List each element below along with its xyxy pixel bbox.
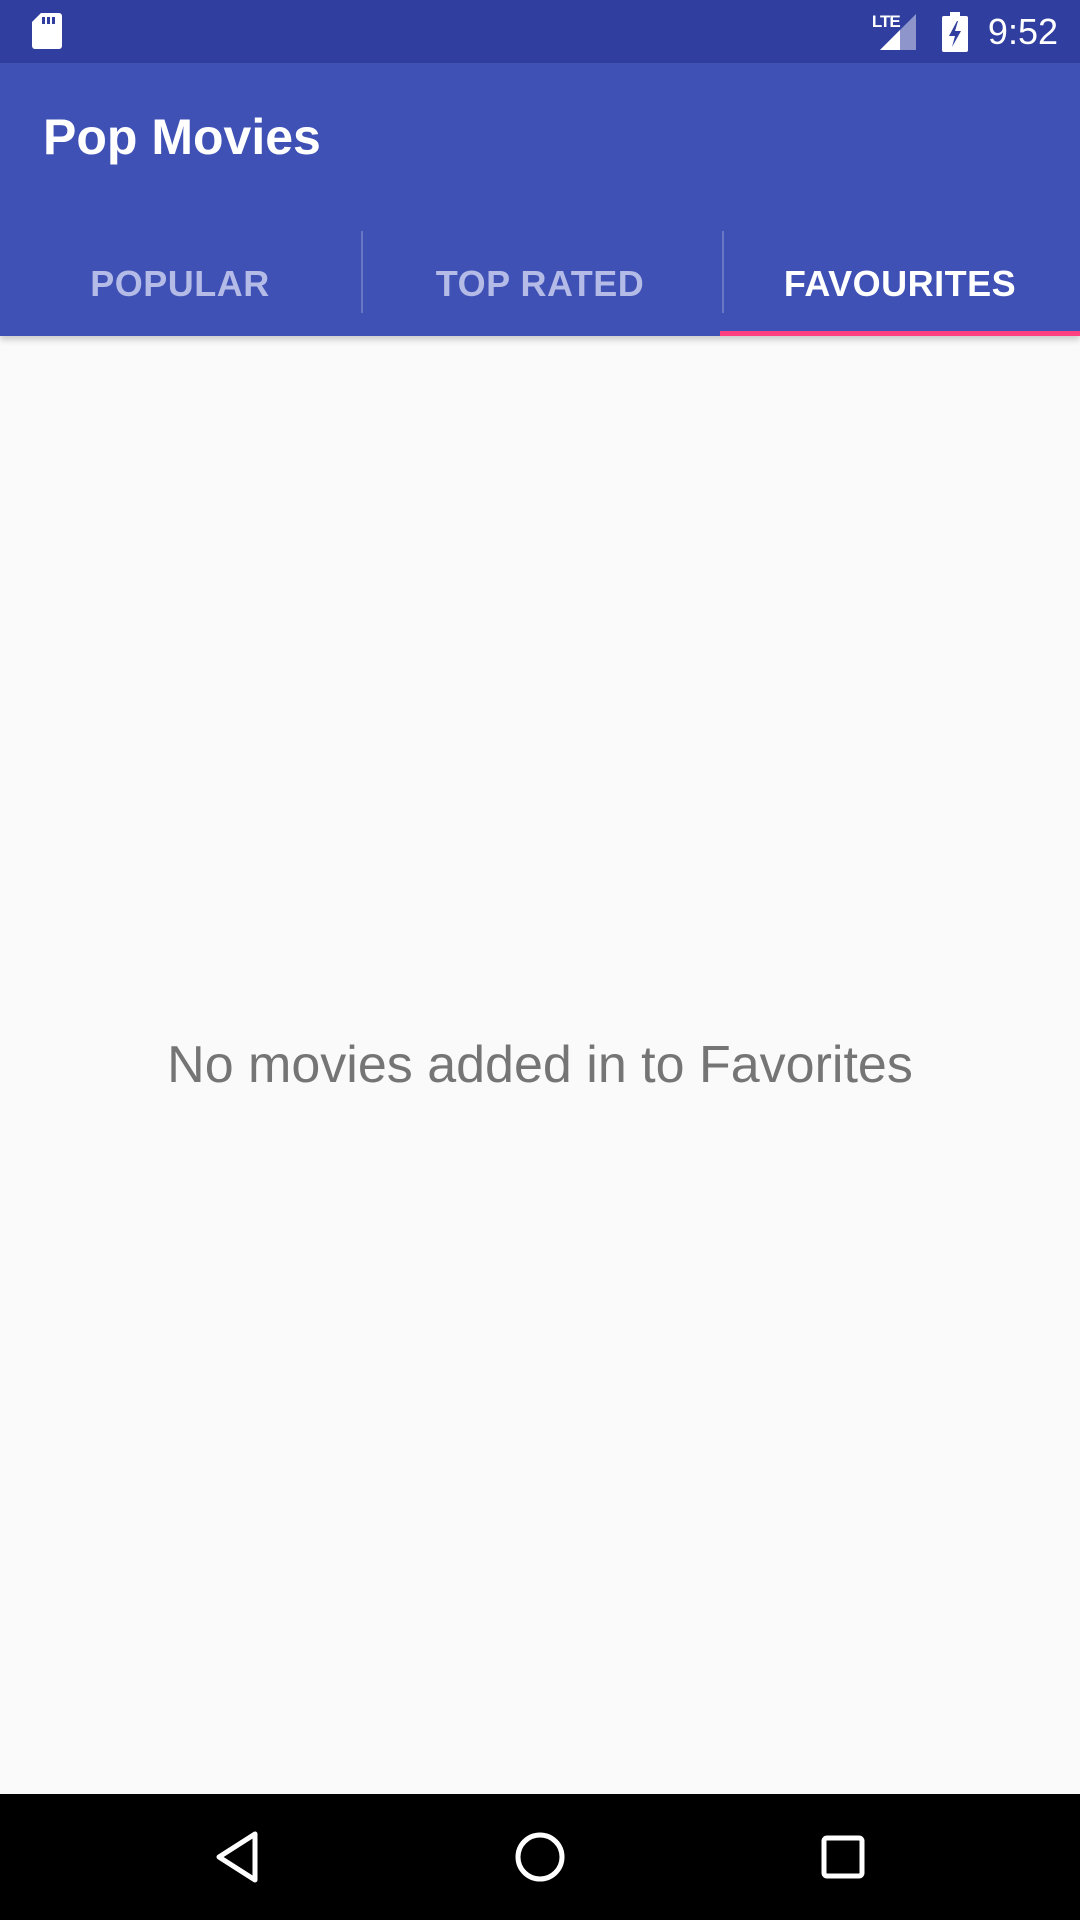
home-icon <box>515 1832 565 1882</box>
home-button[interactable] <box>507 1824 573 1890</box>
lte-signal-icon: LTE <box>872 12 920 52</box>
empty-state-message: No movies added in to Favorites <box>167 1036 913 1094</box>
app-title: Pop Movies <box>43 109 321 165</box>
recents-icon <box>821 1835 865 1879</box>
navigation-bar <box>0 1794 1080 1920</box>
tab-divider <box>361 231 363 313</box>
status-bar: LTE 9:52 <box>0 0 1080 63</box>
tab-divider <box>722 231 724 313</box>
battery-charging-icon <box>941 11 968 52</box>
back-icon <box>216 1831 258 1883</box>
tab-top-rated[interactable]: TOP RATED <box>360 231 720 336</box>
status-icons: LTE 9:52 <box>872 0 1058 63</box>
tab-bar: POPULAR TOP RATED FAVOURITES <box>0 231 1080 336</box>
recents-button[interactable] <box>810 1824 876 1890</box>
screen: LTE 9:52 Pop Movies POPULAR TOP RATED FA… <box>0 0 1080 1920</box>
sd-card-icon <box>32 13 62 49</box>
tab-favourites[interactable]: FAVOURITES <box>720 231 1080 336</box>
tab-popular[interactable]: POPULAR <box>0 231 360 336</box>
back-button[interactable] <box>204 1824 270 1890</box>
app-bar: Pop Movies POPULAR TOP RATED FAVOURITES <box>0 63 1080 336</box>
status-clock: 9:52 <box>987 10 1058 52</box>
